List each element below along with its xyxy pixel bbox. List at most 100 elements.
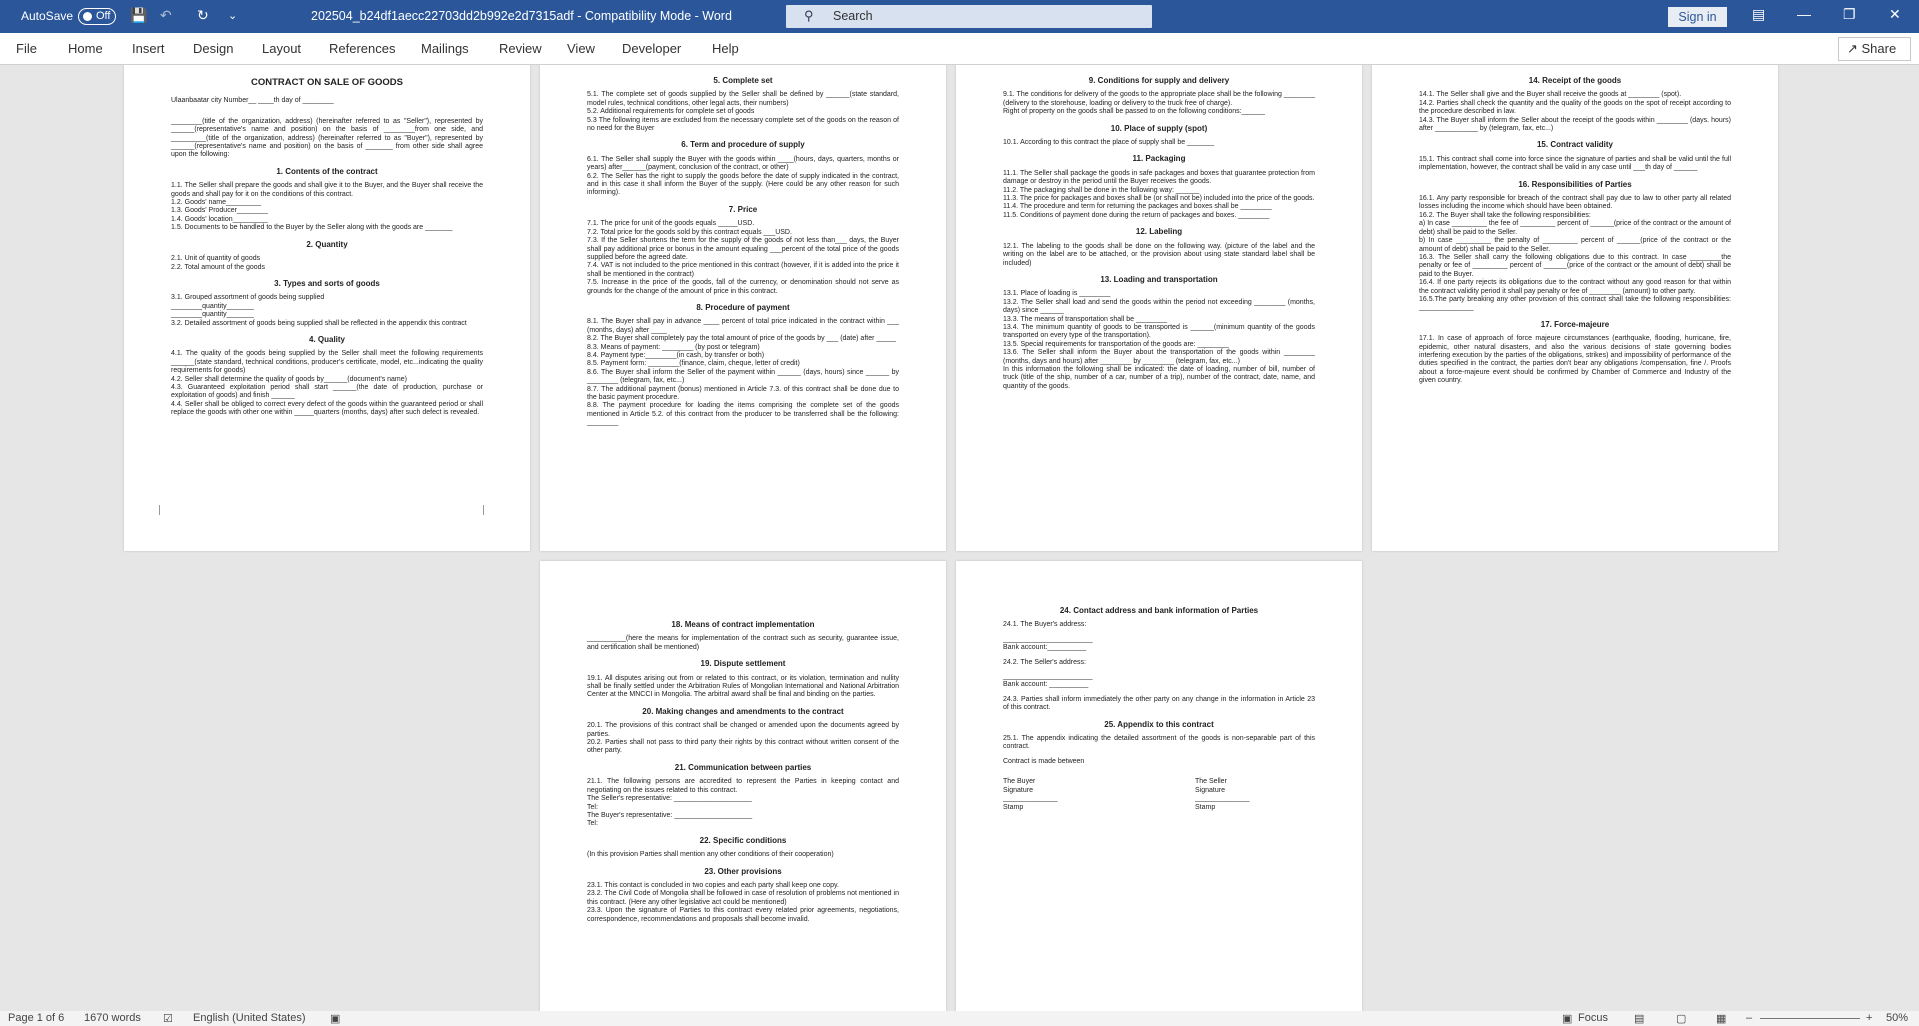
clause: 1.5. Documents to be handled to the Buye… bbox=[171, 224, 453, 232]
macro-icon[interactable]: ▣ bbox=[330, 1012, 340, 1025]
clause: 14.3. The Buyer shall inform the Seller … bbox=[1419, 116, 1731, 133]
clause: 13.5. Special requirements for transport… bbox=[1003, 340, 1229, 348]
clause: 11.5. Conditions of payment done during … bbox=[1003, 211, 1270, 219]
clause: 7.2. Total price for the goods sold by t… bbox=[587, 228, 792, 236]
clause: 2.1. Unit of quantity of goods bbox=[171, 255, 261, 263]
document-canvas[interactable]: CONTRACT ON SALE OF GOODS Ulaanbaatar ci… bbox=[0, 65, 1919, 1011]
tab-design[interactable]: Design bbox=[193, 41, 233, 56]
search-box[interactable]: ⚲ Search bbox=[786, 5, 1152, 28]
section-heading: 20. Making changes and amendments to the… bbox=[642, 706, 844, 716]
tab-developer[interactable]: Developer bbox=[622, 41, 681, 56]
zoom-in-icon[interactable]: + bbox=[1866, 1012, 1872, 1024]
tab-file[interactable]: File bbox=[16, 41, 37, 56]
focus-label[interactable]: Focus bbox=[1578, 1012, 1608, 1024]
close-icon[interactable]: ✕ bbox=[1889, 6, 1901, 23]
made-between: Contract is made between bbox=[1003, 757, 1085, 765]
zoom-slider[interactable] bbox=[1760, 1018, 1860, 1019]
clause: 7.1. The price for unit of the goods equ… bbox=[587, 220, 755, 228]
page-6[interactable]: 24. Contact address and bank information… bbox=[956, 561, 1362, 1011]
clause: 5.1. The complete set of goods supplied … bbox=[587, 91, 899, 107]
autosave-state: Off bbox=[96, 10, 111, 22]
share-button[interactable]: ↗ Share bbox=[1838, 37, 1911, 61]
clause: 11.4. The procedure and term for returni… bbox=[1003, 203, 1272, 211]
word-count[interactable]: 1670 words bbox=[84, 1012, 141, 1024]
language[interactable]: English (United States) bbox=[193, 1012, 306, 1024]
ribbon-display-icon[interactable]: ▤ bbox=[1752, 6, 1765, 23]
clause: 4.2. Seller shall determine the quality … bbox=[171, 375, 407, 383]
page-4[interactable]: 14. Receipt of the goods 14.1. The Selle… bbox=[1372, 65, 1778, 551]
clause: 1.2. Goods' name_________ bbox=[171, 199, 262, 207]
signature-line: ______________ bbox=[1195, 795, 1250, 803]
sign-in-button[interactable]: Sign in bbox=[1668, 7, 1727, 27]
clause: 11.2. The packaging shall be done in the… bbox=[1003, 186, 1200, 194]
tab-help[interactable]: Help bbox=[712, 41, 739, 56]
stamp-label: Stamp bbox=[1003, 803, 1024, 811]
section-heading: 6. Term and procedure of supply bbox=[681, 140, 805, 150]
section-heading: 23. Other provisions bbox=[704, 866, 782, 876]
clause: 16.2. The Buyer shall take the following… bbox=[1419, 211, 1591, 219]
zoom-out-icon[interactable]: – bbox=[1746, 1012, 1752, 1024]
tab-references[interactable]: References bbox=[329, 41, 395, 56]
document-title: 202504_b24df1aecc22703dd2b992e2d7315adf … bbox=[311, 9, 732, 23]
clause: 15.1. This contract shall come into forc… bbox=[1419, 155, 1731, 172]
clause: 21.1. The following persons are accredit… bbox=[587, 778, 899, 794]
redo-icon[interactable]: ↻ bbox=[197, 7, 209, 24]
clause: 11.3. The price for packages and boxes s… bbox=[1003, 195, 1315, 203]
clause: 23.1. This contact is concluded in two c… bbox=[587, 881, 839, 889]
read-mode-icon[interactable]: ▤ bbox=[1634, 1012, 1644, 1025]
tab-insert[interactable]: Insert bbox=[132, 41, 165, 56]
tab-view[interactable]: View bbox=[567, 41, 595, 56]
section-heading: 17. Force-majeure bbox=[1540, 319, 1610, 329]
save-icon[interactable]: 💾 bbox=[130, 7, 147, 24]
minimize-icon[interactable]: — bbox=[1797, 6, 1811, 22]
focus-icon[interactable]: ▣ bbox=[1562, 1012, 1572, 1025]
proofing-icon[interactable]: ☑ bbox=[163, 1012, 173, 1025]
section-heading: 5. Complete set bbox=[713, 76, 773, 85]
clause: 8.6. The Buyer shall inform the Seller o… bbox=[587, 368, 899, 385]
section-heading: 1. Contents of the contract bbox=[276, 166, 378, 176]
clause: 4.4. Seller shall be obliged to correct … bbox=[171, 400, 483, 417]
clause: 1.3. Goods' Producer________ bbox=[171, 207, 269, 215]
clause: 23.2. The Civil Code of Mongolia shall b… bbox=[587, 890, 899, 906]
autosave-toggle[interactable]: Off bbox=[78, 8, 116, 25]
clause: 24.2. The Seller's address: bbox=[1003, 658, 1086, 666]
tab-layout[interactable]: Layout bbox=[262, 41, 301, 56]
city-line: Ulaanbaatar city Number__ ____th day of … bbox=[171, 97, 334, 105]
web-layout-icon[interactable]: ▦ bbox=[1716, 1012, 1726, 1025]
clause: 2.2. Total amount of the goods bbox=[171, 263, 266, 271]
clause: Tel: bbox=[587, 803, 598, 811]
clause: Right of property on the goods shall be … bbox=[1003, 108, 1265, 116]
page-2[interactable]: 5. Complete set 5.1. The complete set of… bbox=[540, 65, 946, 551]
clause: _______________________ bbox=[1003, 635, 1093, 643]
page-1[interactable]: CONTRACT ON SALE OF GOODS Ulaanbaatar ci… bbox=[124, 65, 530, 551]
clause: ________quantity_______ bbox=[171, 311, 254, 319]
print-layout-icon[interactable]: ▢ bbox=[1676, 1012, 1686, 1025]
clause: 14.2. Parties shall check the quantity a… bbox=[1419, 99, 1731, 116]
section-heading: 25. Appendix to this contract bbox=[1104, 719, 1214, 729]
section-heading: 8. Procedure of payment bbox=[696, 302, 790, 312]
section-heading: 9. Conditions for supply and delivery bbox=[1088, 76, 1230, 85]
page-5[interactable]: 18. Means of contract implementation ___… bbox=[540, 561, 946, 1011]
clause: 13.2. The Seller shall load and send the… bbox=[1003, 298, 1315, 315]
tab-mailings[interactable]: Mailings bbox=[421, 41, 469, 56]
clause: __________(here the means for implementa… bbox=[587, 635, 899, 651]
page-count[interactable]: Page 1 of 6 bbox=[8, 1012, 64, 1024]
clause: 8.7. The additional payment (bonus) ment… bbox=[587, 385, 899, 401]
clause: 4.3. Guaranteed exploitation period shal… bbox=[171, 383, 483, 400]
undo-icon[interactable]: ↶ bbox=[160, 7, 172, 24]
page-3[interactable]: 9. Conditions for supply and delivery 9.… bbox=[956, 65, 1362, 551]
section-heading: 11. Packaging bbox=[1132, 154, 1186, 164]
section-heading: 16. Responsibilities of Parties bbox=[1518, 179, 1632, 189]
zoom-level[interactable]: 50% bbox=[1886, 1012, 1908, 1024]
clause: 4.1. The quality of the goods being supp… bbox=[171, 350, 483, 375]
clause: 1.4. Goods' location_________ bbox=[171, 215, 268, 223]
tab-review[interactable]: Review bbox=[499, 41, 542, 56]
customize-qat-icon[interactable]: ⌄ bbox=[228, 9, 237, 22]
clause: Bank account:__________ bbox=[1003, 644, 1087, 652]
clause: 7.5. Increase in the price of the goods,… bbox=[587, 279, 899, 295]
clause: 8.3. Means of payment: ________ (by post… bbox=[587, 343, 760, 351]
restore-icon[interactable]: ❐ bbox=[1843, 6, 1856, 23]
tab-home[interactable]: Home bbox=[68, 41, 103, 56]
clause: The Buyer's representative: ____________… bbox=[587, 811, 753, 819]
section-heading: 14. Receipt of the goods bbox=[1528, 76, 1622, 85]
